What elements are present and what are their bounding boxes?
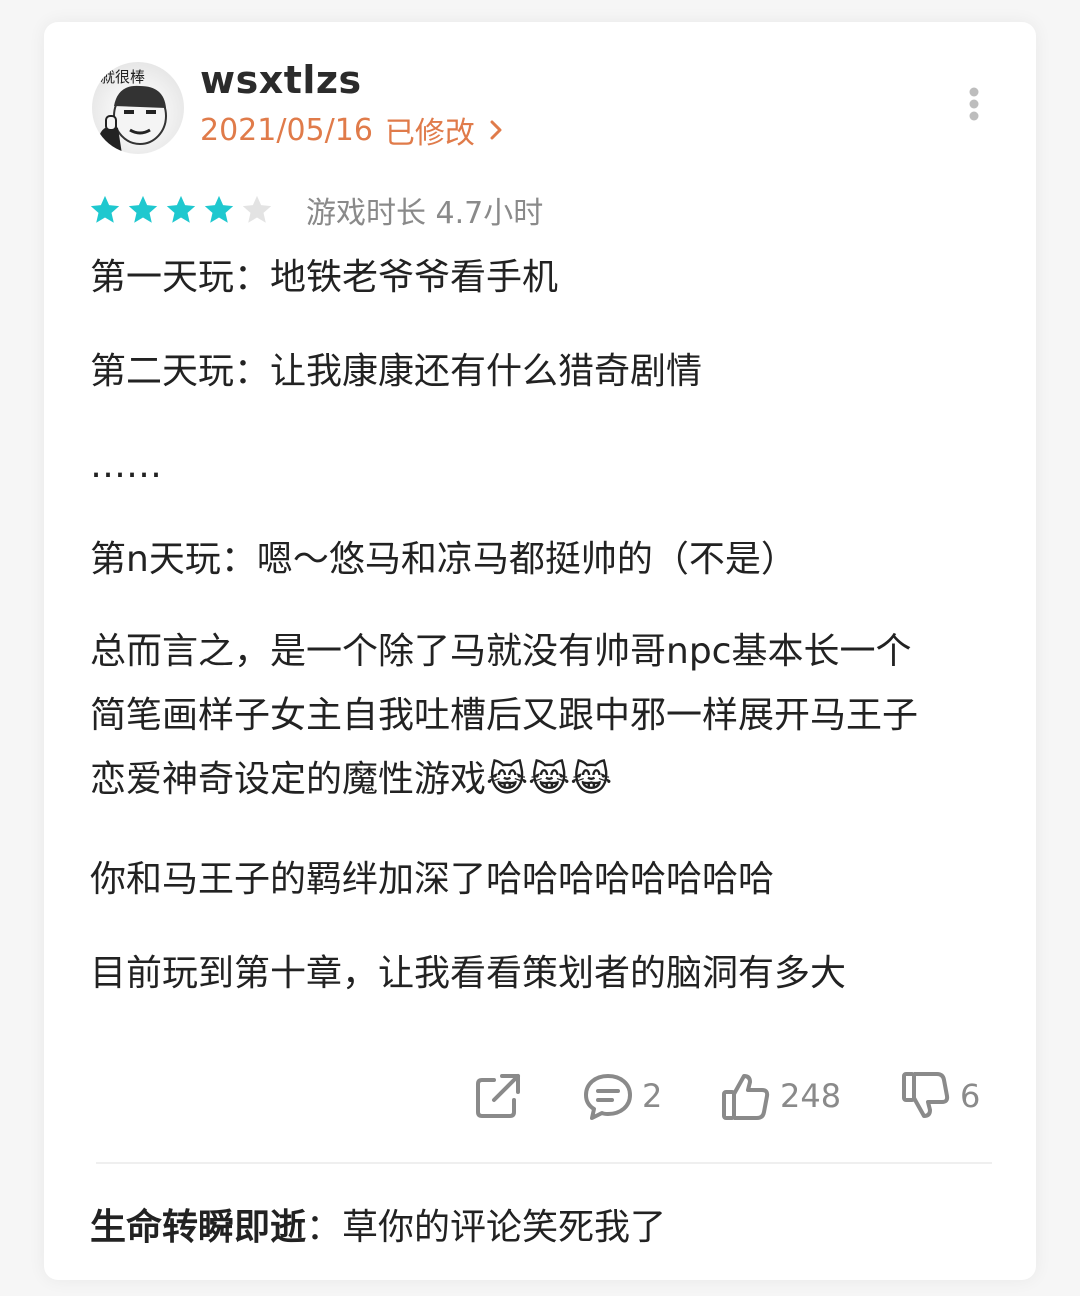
more-options-icon[interactable] [968,86,980,122]
dislike-button[interactable]: 6 [900,1070,980,1122]
comment-button[interactable]: 2 [582,1070,662,1122]
dislike-count: 6 [960,1077,981,1115]
avatar[interactable]: 就很棒 [92,62,184,154]
review-line-1: 第一天玩：地铁老爷爷看手机 [90,257,559,298]
action-bar: 2 248 6 [44,1070,1036,1130]
star-filled-icon [90,195,120,223]
rating-row: 游戏时长 4.7小时 [88,188,543,232]
review-paragraph-summary: 总而言之，是一个除了马就没有帅哥npc基本长一个 简笔画样子女主自我吐槽后又跟中… [90,631,919,800]
review-line-2: 第二天玩：让我康康还有什么猎奇剧情 [90,351,703,392]
star-empty-icon [242,195,272,223]
avatar-caption: 就很棒 [100,68,146,86]
username[interactable]: wsxtlzs [200,58,362,102]
reply-author[interactable]: 生命转瞬即逝 [90,1207,306,1248]
like-button[interactable]: 248 [720,1070,841,1122]
like-count: 248 [780,1077,842,1115]
thumbs-down-icon [902,1072,950,1118]
comment-icon [584,1074,632,1120]
review-line-4: 第n天玩：嗯～悠马和凉马都挺帅的（不是） [90,539,797,580]
reply-separator: ： [306,1207,343,1248]
playtime: 游戏时长 4.7小时 [306,196,544,231]
share-button[interactable] [472,1070,524,1122]
reply-preview[interactable]: 生命转瞬即逝：草你的评论笑死我了 [90,1198,666,1250]
date-edited-link[interactable]: 2021/05/16 已修改 [200,108,507,152]
review-line-7: 目前玩到第十章，让我看看策划者的脑洞有多大 [90,953,847,994]
share-icon [476,1074,520,1118]
post-date: 2021/05/16 [200,112,373,148]
review-line-6: 你和马王子的羁绊加深了哈哈哈哈哈哈哈哈 [90,859,775,900]
edited-label: 已修改 [384,116,475,151]
review-card: 就很棒 wsxtlzs 2021/05/16 已修改 游戏时长 4.7小时 第一… [44,22,1036,1280]
chevron-right-icon [490,120,502,140]
star-filled-icon [166,195,196,223]
reply-text: 草你的评论笑死我了 [342,1207,667,1248]
thumbs-up-icon [722,1074,770,1120]
comment-count: 2 [642,1077,663,1115]
divider [96,1162,992,1164]
star-filled-icon [204,195,234,223]
review-line-3: …… [90,445,162,486]
star-rating [88,193,274,227]
star-filled-icon [128,195,158,223]
